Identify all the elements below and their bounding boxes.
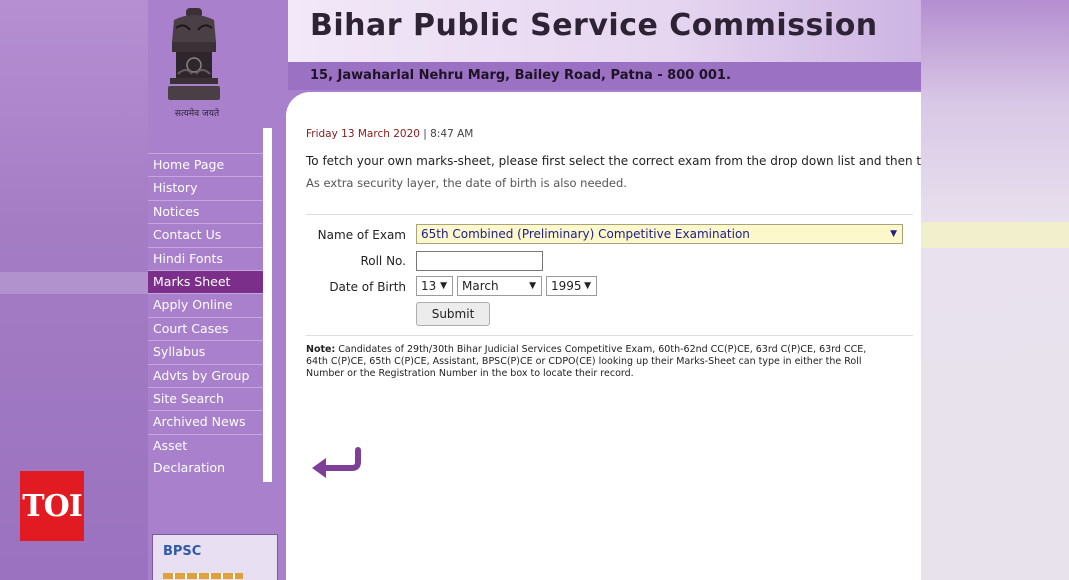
nav-item-archived-news[interactable]: Archived News (148, 410, 263, 434)
security-text: As extra security layer, the date of bir… (306, 176, 627, 190)
dob-year-value: 1995 (551, 279, 582, 293)
nav-item-contact-us[interactable]: Contact Us (148, 223, 263, 247)
current-date: Friday 13 March 2020 | 8:47 AM (306, 128, 473, 140)
nav-item-marks-sheet[interactable]: Marks Sheet (148, 269, 263, 294)
time-text: 8:47 AM (430, 128, 474, 140)
exam-select-value: 65th Combined (Preliminary) Competitive … (421, 227, 750, 241)
site-address: 15, Jawaharlal Nehru Marg, Bailey Road, … (310, 68, 731, 83)
back-arrow-icon[interactable] (308, 446, 364, 480)
note-text: Note: Candidates of 29th/30th Bihar Judi… (306, 344, 891, 380)
chevron-down-icon: ▼ (584, 281, 591, 291)
dob-day-select[interactable]: 13 ▼ (416, 276, 453, 296)
exam-label: Name of Exam (317, 228, 406, 242)
site-header: Bihar Public Service Commission 15, Jawa… (148, 0, 921, 92)
intro-text: To fetch your own marks-sheet, please fi… (306, 154, 921, 168)
emblem-caption: सत्यमेव जयते (174, 109, 220, 119)
dob-month-value: March (462, 279, 499, 293)
chevron-down-icon: ▼ (440, 281, 447, 291)
nav-item-site-search[interactable]: Site Search (148, 386, 263, 411)
nav-item-home-page[interactable]: Home Page (148, 153, 263, 177)
side-nav: Home Page History Notices Contact Us Hin… (148, 128, 272, 482)
divider (306, 214, 913, 215)
nav-item-court-cases[interactable]: Court Cases (148, 316, 263, 341)
background-right (921, 0, 1069, 580)
nav-item-asset-declaration[interactable]: Asset Declaration (148, 433, 263, 475)
note-body: Candidates of 29th/30th Bihar Judicial S… (306, 344, 867, 379)
bpsc-page: Bihar Public Service Commission 15, Jawa… (148, 0, 921, 580)
dob-day-value: 13 (421, 279, 437, 293)
nav-item-hindi-fonts[interactable]: Hindi Fonts (148, 246, 263, 270)
nav-item-history[interactable]: History (148, 176, 263, 200)
dob-label: Date of Birth (329, 280, 406, 294)
roll-label: Roll No. (360, 254, 406, 268)
nav-item-syllabus[interactable]: Syllabus (148, 340, 263, 364)
nav-item-apply-online[interactable]: Apply Online (148, 293, 263, 317)
nav-item-advts-by-group[interactable]: Advts by Group (148, 363, 263, 387)
toi-logo: TOI (20, 471, 84, 541)
ashoka-emblem-icon (168, 8, 220, 100)
chevron-down-icon: ▼ (890, 229, 897, 239)
roll-number-input[interactable] (416, 251, 543, 271)
divider (306, 335, 913, 336)
bpsc-badge-label: BPSC (163, 544, 202, 559)
dob-month-select[interactable]: March ▼ (457, 276, 542, 296)
date-text: Friday 13 March 2020 (306, 128, 420, 140)
dob-year-select[interactable]: 1995 ▼ (546, 276, 597, 296)
bpsc-badge[interactable]: BPSC (152, 534, 278, 580)
content-panel: Friday 13 March 2020 | 8:47 AM To fetch … (286, 92, 921, 580)
note-label: Note: (306, 344, 336, 355)
date-separator: | (423, 128, 427, 140)
chevron-down-icon: ▼ (529, 281, 536, 291)
nav-item-notices[interactable]: Notices (148, 199, 263, 224)
exam-select[interactable]: 65th Combined (Preliminary) Competitive … (416, 224, 903, 244)
submit-button[interactable]: Submit (416, 302, 490, 326)
site-title: Bihar Public Service Commission (310, 8, 878, 43)
